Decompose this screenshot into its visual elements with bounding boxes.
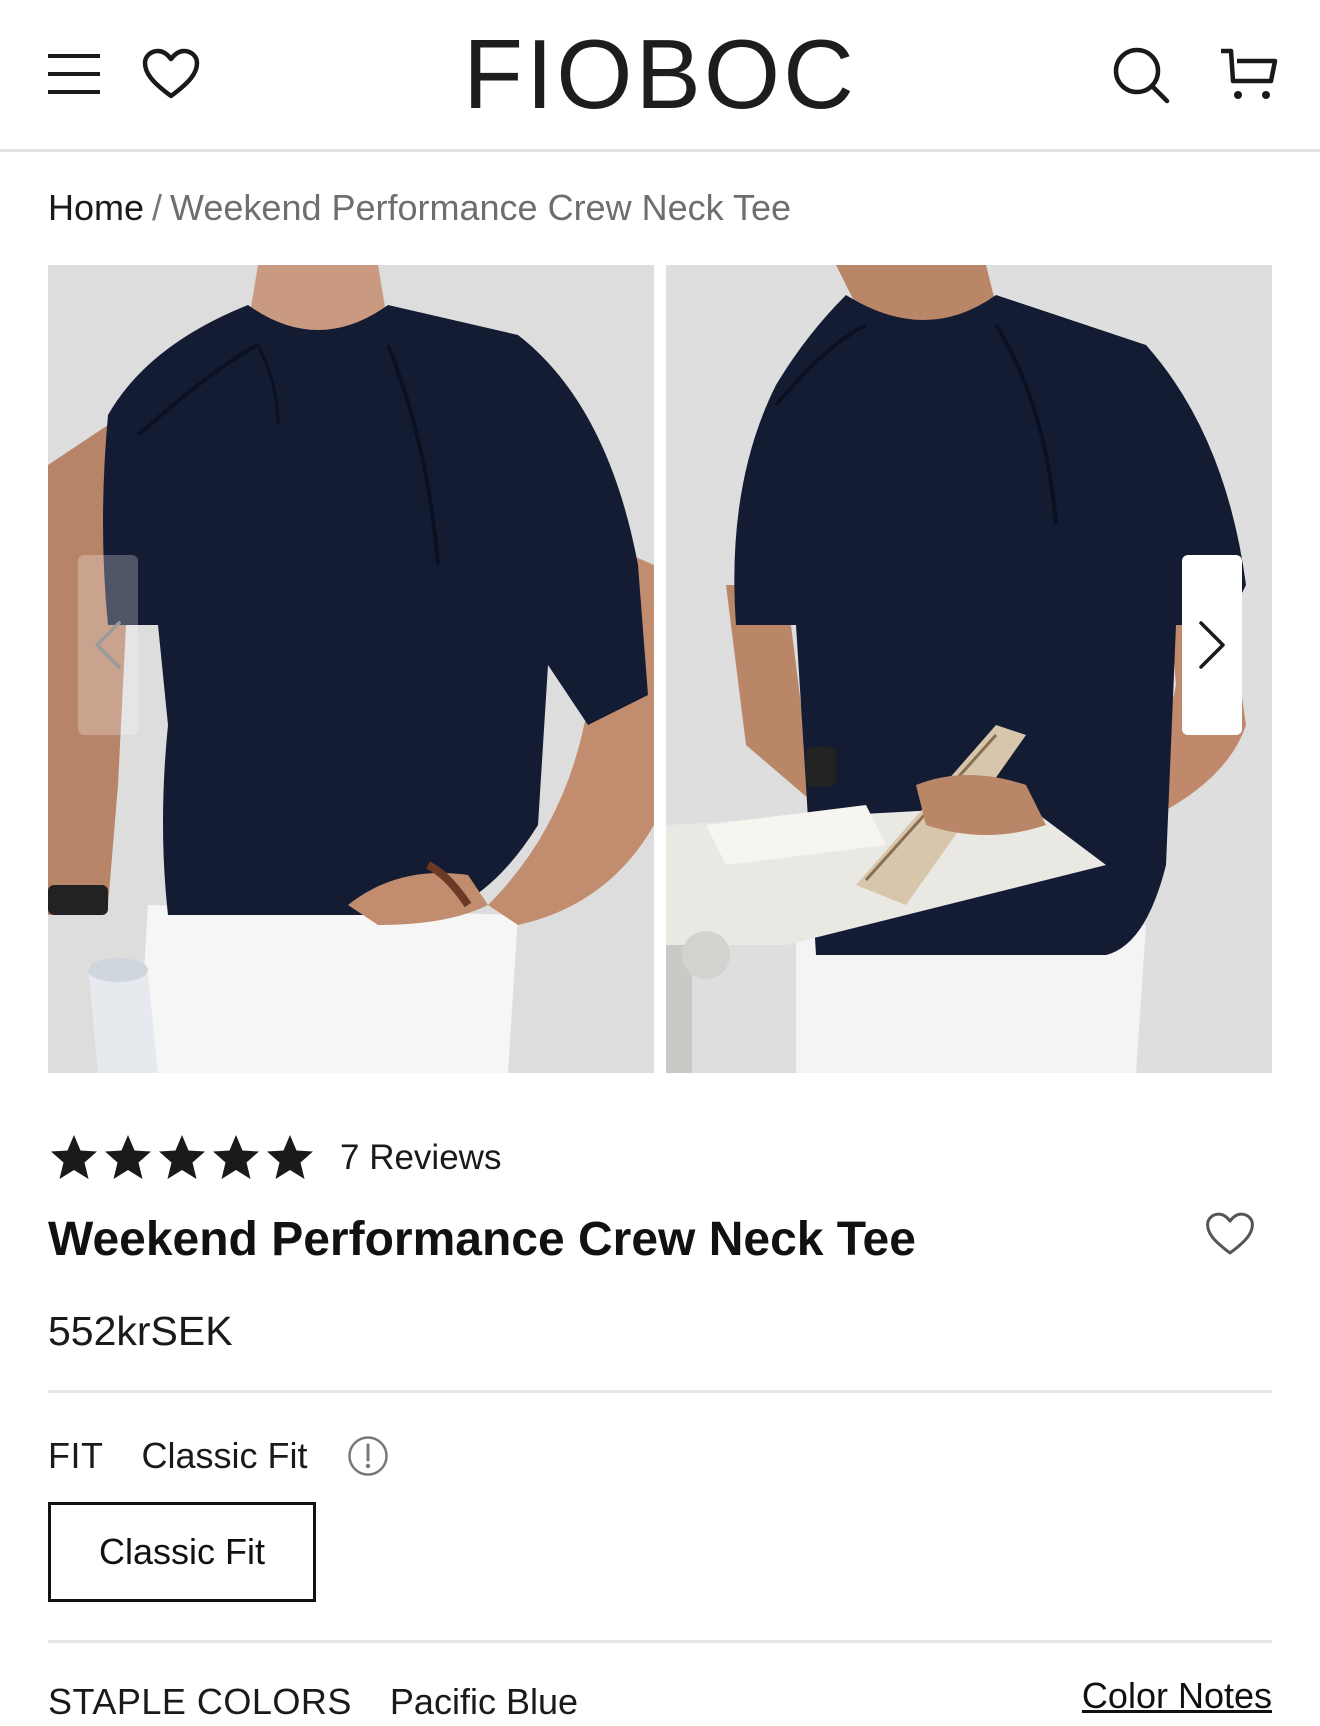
fit-selected-value: Classic Fit (141, 1435, 308, 1476)
fit-label: FIT (48, 1435, 104, 1476)
fit-option-classic[interactable]: Classic Fit (48, 1502, 316, 1602)
search-icon (1113, 47, 1170, 104)
product-image-1[interactable] (48, 265, 654, 1073)
fit-info-button[interactable] (346, 1434, 390, 1478)
gallery-prev-button[interactable] (78, 555, 138, 735)
add-to-wishlist-button[interactable] (1200, 1206, 1260, 1262)
star-icon (105, 1135, 151, 1179)
star-rating (48, 1132, 316, 1184)
site-header: FIOBOC (0, 0, 1320, 152)
color-label: STAPLE COLORS (48, 1681, 352, 1722)
product-price: 552krSEK (48, 1308, 233, 1354)
cart-button[interactable] (1214, 44, 1284, 106)
fit-selector-header: FIT Classic Fit (48, 1432, 390, 1480)
star-icon (159, 1135, 205, 1179)
star-icon (267, 1135, 313, 1179)
product-title: Weekend Performance Crew Neck Tee (48, 1213, 916, 1266)
cart-icon (1221, 48, 1278, 99)
breadcrumb-current: Weekend Performance Crew Neck Tee (170, 187, 791, 228)
breadcrumb-home-link[interactable]: Home (48, 187, 144, 228)
heart-icon (1206, 1212, 1254, 1255)
color-selector-header: STAPLE COLORS Pacific Blue (48, 1680, 578, 1724)
search-button[interactable] (1108, 42, 1174, 108)
star-icon (51, 1135, 97, 1179)
divider (48, 1640, 1272, 1643)
product-gallery (48, 265, 1272, 1073)
product-photo-front (48, 265, 654, 1073)
divider (48, 1390, 1272, 1393)
star-icon (213, 1135, 259, 1179)
chevron-right-icon (1199, 621, 1225, 669)
breadcrumb-separator: / (152, 187, 163, 228)
gallery-next-button[interactable] (1182, 555, 1242, 735)
chevron-left-icon (95, 621, 121, 669)
review-count-link[interactable]: 7 Reviews (340, 1138, 501, 1178)
product-rating[interactable]: 7 Reviews (48, 1130, 501, 1186)
breadcrumb: Home / Weekend Performance Crew Neck Tee (48, 186, 791, 230)
color-notes-link[interactable]: Color Notes (1082, 1674, 1272, 1718)
color-selected-value: Pacific Blue (389, 1681, 579, 1722)
info-icon (347, 1436, 388, 1476)
